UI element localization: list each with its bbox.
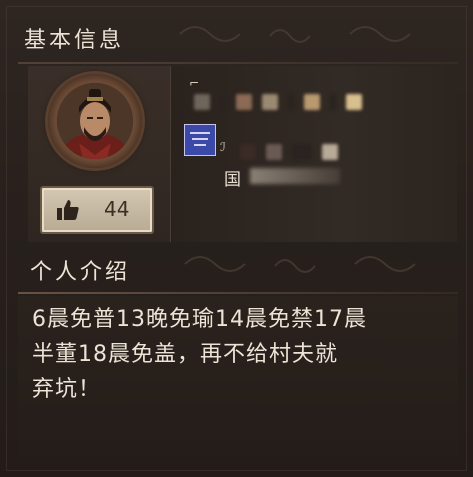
like-button[interactable]: 44 bbox=[40, 186, 154, 234]
country-label: 国 bbox=[224, 170, 243, 190]
basic-info-title: 基本信息 bbox=[24, 28, 125, 53]
obscured-text bbox=[322, 144, 338, 160]
flag-icon bbox=[184, 124, 216, 156]
intro-ornament bbox=[184, 256, 416, 273]
obscured-gap bbox=[288, 94, 294, 110]
obscured-text bbox=[346, 94, 362, 110]
level-marker-icon: ⌐ bbox=[189, 76, 200, 90]
rank-marker-icon: ℐ bbox=[220, 140, 226, 154]
obscured-gap bbox=[292, 144, 312, 160]
like-count: 44 bbox=[104, 197, 130, 221]
intro-title: 个人介绍 bbox=[30, 260, 131, 285]
profile-panel: 基本信息 44 ⌐ ℐ 国 个人介绍 6晨免普13晚免瑜14晨免禁17晨 半董1… bbox=[0, 0, 473, 477]
obscured-name-row bbox=[194, 94, 362, 110]
obscured-text bbox=[266, 144, 282, 160]
header-divider bbox=[18, 62, 458, 64]
obscured-text bbox=[304, 94, 320, 110]
intro-text: 6晨免普13晚免瑜14晨免禁17晨 半董18晨免盖，再不给村夫就 弃坑！ bbox=[32, 307, 367, 402]
obscured-text bbox=[262, 94, 278, 110]
intro-divider bbox=[18, 292, 458, 294]
obscured-text bbox=[194, 94, 210, 110]
thumbs-up-icon bbox=[57, 200, 79, 220]
obscured-text bbox=[236, 94, 252, 110]
avatar-portrait bbox=[57, 83, 133, 159]
obscured-gap bbox=[220, 94, 226, 110]
avatar[interactable] bbox=[57, 83, 133, 159]
obscured-title-row bbox=[240, 144, 338, 160]
header-ornament bbox=[179, 26, 411, 43]
obscured-gap bbox=[330, 94, 336, 110]
obscured-text bbox=[240, 144, 256, 160]
obscured-country-name bbox=[250, 168, 340, 184]
